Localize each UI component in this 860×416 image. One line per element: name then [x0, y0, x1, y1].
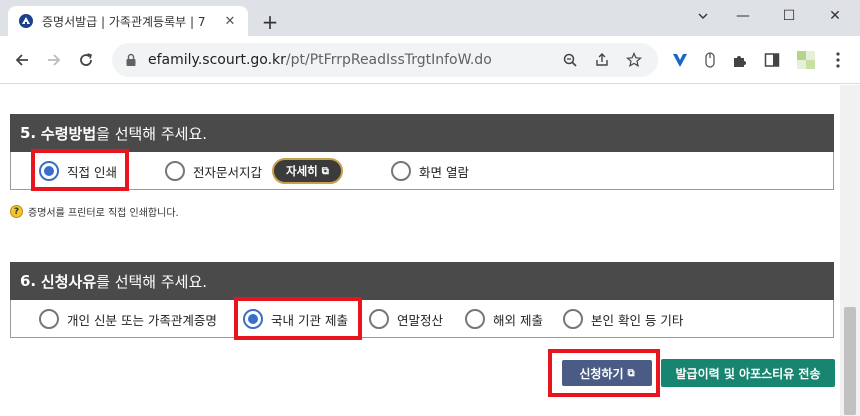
maximize-button[interactable]: ☐ [766, 0, 812, 32]
detail-button-label: 자세히 [286, 164, 318, 178]
option-label: 연말정산 [397, 312, 444, 328]
mouse-extension-icon[interactable] [698, 48, 722, 72]
tab-title: 증명서발급 | 가족관계등록부 | 7 [42, 14, 206, 29]
close-window-button[interactable]: ✕ [812, 0, 858, 32]
hint-message: 증명서를 프린터로 직접 인쇄합니다. [28, 208, 179, 219]
section-5-header: 5. 수령방법 을 선택해 주세요. [10, 114, 834, 152]
new-tab-button[interactable]: + [258, 10, 282, 34]
court-favicon-icon [18, 13, 34, 29]
issue-history-button-label: 발급이력 및 아포스티유 전송 [675, 366, 821, 381]
section-5-title-rest: 을 선택해 주세요. [96, 124, 208, 143]
option-label: 전자문서지갑 [193, 164, 263, 180]
browser-tab[interactable]: 증명서발급 | 가족관계등록부 | 7 ✕ [8, 6, 248, 36]
radio-option-overseas[interactable]: 해외 제출 [465, 300, 543, 338]
address-bar[interactable]: efamily.scourt.go.kr/pt/PtFrrpReadIssTrg… [112, 43, 658, 77]
forward-arrow-icon[interactable] [42, 48, 66, 72]
option-label: 개인 신분 또는 가족관계증명 [67, 312, 217, 328]
radio-option-personal-id[interactable]: 개인 신분 또는 가족관계증명 [39, 300, 217, 338]
url-text: efamily.scourt.go.kr/pt/PtFrrpReadIssTrg… [148, 52, 550, 68]
external-link-icon: ⧉ [321, 165, 329, 177]
radio-button[interactable] [465, 309, 485, 329]
bookmark-star-icon[interactable] [622, 48, 646, 72]
radio-button[interactable] [39, 309, 59, 329]
radio-option-year-end-tax[interactable]: 연말정산 [369, 300, 443, 338]
tab-strip: 증명서발급 | 가족관계등록부 | 7 ✕ + — ☐ ✕ [0, 0, 860, 36]
radio-option-other[interactable]: 본인 확인 등 기타 [563, 300, 683, 338]
puzzle-extensions-icon[interactable] [728, 48, 752, 72]
browser-toolbar: efamily.scourt.go.kr/pt/PtFrrpReadIssTrg… [0, 36, 860, 84]
option-label: 해외 제출 [493, 312, 543, 328]
radio-button[interactable] [391, 161, 411, 181]
vpn-extension-icon[interactable] [668, 48, 692, 72]
page-content: 5. 수령방법 을 선택해 주세요. 직접 인쇄 전자문서지갑 자세히 ⧉ 화면 열… [0, 85, 840, 416]
lock-icon [124, 53, 138, 67]
question-icon: ? [10, 205, 23, 218]
profile-avatar-icon[interactable] [794, 48, 818, 72]
section-6-header: 6. 신청사유 를 선택해 주세요. [10, 262, 834, 300]
share-icon[interactable] [590, 48, 614, 72]
receive-method-options: 직접 인쇄 전자문서지갑 자세히 ⧉ 화면 열람 [10, 152, 834, 190]
hint-text: ? 증명서를 프린터로 직접 인쇄합니다. [10, 204, 179, 219]
radio-option-e-wallet[interactable]: 전자문서지갑 자세히 ⧉ [165, 152, 343, 190]
highlight-box-domestic-institution [234, 297, 362, 340]
section-6-number: 6. [20, 272, 37, 290]
application-reason-options: 개인 신분 또는 가족관계증명 국내 기관 제출 연말정산 해외 제출 본인 확… [10, 300, 834, 338]
reload-icon[interactable] [74, 48, 98, 72]
radio-button[interactable] [563, 309, 583, 329]
url-path: /pt/PtFrrpReadIssTrgtInfoW.do [285, 52, 492, 68]
radio-option-screen-view[interactable]: 화면 열람 [391, 152, 469, 190]
option-label: 화면 열람 [419, 164, 469, 180]
section-5-number: 5. [20, 124, 37, 142]
zoom-icon[interactable] [558, 48, 582, 72]
detail-button[interactable]: 자세히 ⧉ [272, 158, 343, 184]
radio-button[interactable] [165, 161, 185, 181]
url-host: efamily.scourt.go.kr [148, 52, 286, 68]
tab-close-icon[interactable]: ✕ [222, 13, 238, 29]
back-arrow-icon[interactable] [10, 48, 34, 72]
highlight-box-direct-print [31, 149, 129, 191]
more-menu-icon[interactable] [826, 48, 850, 72]
highlight-box-apply [548, 349, 660, 397]
vertical-scrollbar[interactable] [840, 85, 860, 416]
option-label: 본인 확인 등 기타 [591, 312, 684, 328]
section-6-title-rest: 를 선택해 주세요. [96, 272, 208, 291]
radio-button[interactable] [369, 309, 389, 329]
scrollbar-thumb[interactable] [844, 307, 856, 415]
section-6-title-strong: 신청사유 [40, 272, 97, 291]
section-5-title-strong: 수령방법 [40, 124, 97, 143]
side-panel-icon[interactable] [760, 48, 784, 72]
minimize-button[interactable]: — [720, 0, 766, 32]
issue-history-button[interactable]: 발급이력 및 아포스티유 전송 [661, 359, 835, 387]
